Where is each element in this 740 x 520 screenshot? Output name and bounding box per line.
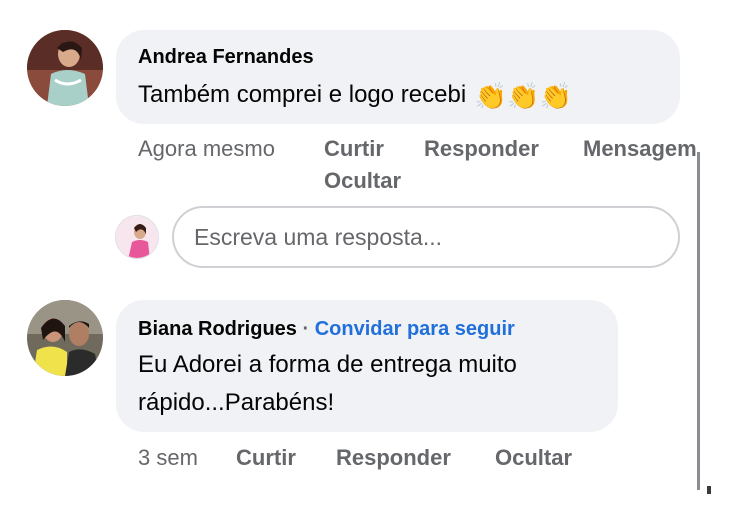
vertical-scrollbar[interactable]	[697, 152, 700, 490]
like-button[interactable]: Curtir	[236, 445, 296, 471]
profile-photo-woman-icon	[27, 30, 103, 106]
reply-input[interactable]	[172, 206, 680, 268]
comment-text-line-1: Eu Adorei a forma de entrega muito	[138, 351, 517, 378]
profile-photo-small-icon	[116, 216, 158, 258]
invite-follow-link[interactable]: Convidar para seguir	[315, 318, 515, 340]
comment-text-content: Também comprei e logo recebi	[138, 81, 467, 108]
comment-author[interactable]: Andrea Fernandes	[138, 46, 314, 69]
reply-button[interactable]: Responder	[336, 445, 451, 471]
comment-author[interactable]: Biana Rodrigues	[138, 318, 297, 340]
avatar-andrea[interactable]	[27, 30, 103, 106]
comment-timestamp[interactable]: 3 sem	[138, 445, 198, 471]
comment-timestamp[interactable]: Agora mesmo	[138, 136, 275, 162]
comment-author-line: Biana Rodrigues · Convidar para seguir	[138, 318, 515, 341]
scrollbar-end	[707, 486, 711, 494]
comment-text: Também comprei e logo recebi 👏👏👏	[138, 76, 572, 114]
clapping-hands-icon: 👏👏👏	[474, 80, 572, 111]
reply-avatar	[115, 215, 159, 259]
hide-button[interactable]: Ocultar	[495, 445, 572, 471]
comment-text-line-2: rápido...Parabéns!	[138, 389, 335, 416]
like-button[interactable]: Curtir	[324, 136, 384, 162]
reply-button[interactable]: Responder	[424, 136, 539, 162]
hide-button[interactable]: Ocultar	[324, 168, 401, 194]
avatar-biana[interactable]	[27, 300, 103, 376]
separator-dot: ·	[302, 318, 310, 340]
profile-photo-couple-icon	[27, 300, 103, 376]
